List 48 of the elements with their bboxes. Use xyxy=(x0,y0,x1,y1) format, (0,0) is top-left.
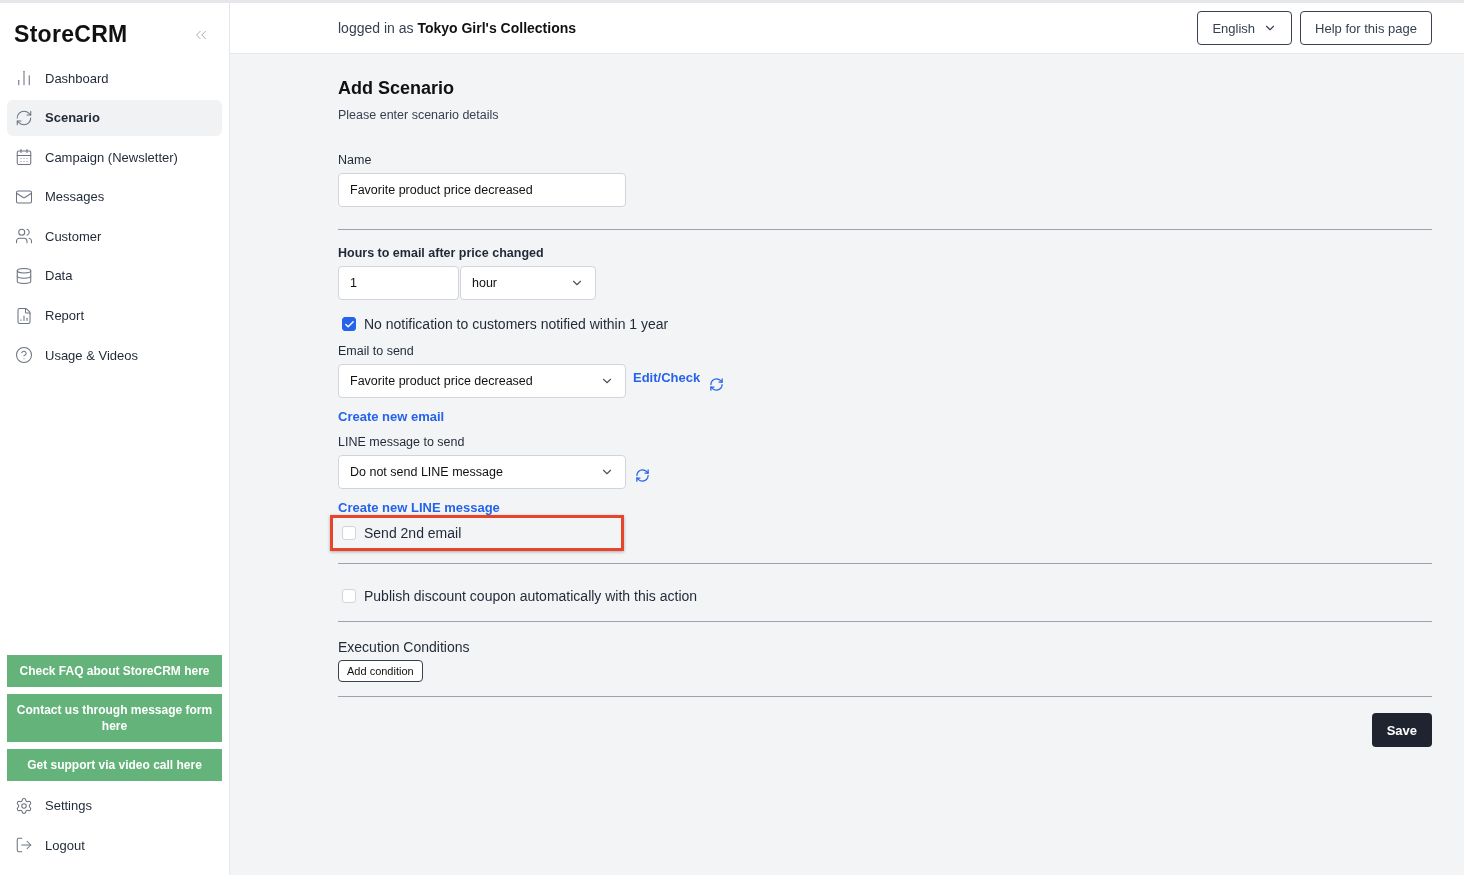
report-icon xyxy=(15,306,33,325)
users-icon xyxy=(15,227,33,246)
login-status: logged in as Tokyo Girl's Collections xyxy=(338,20,578,36)
add-condition-button[interactable]: Add condition xyxy=(338,660,423,682)
checkbox[interactable] xyxy=(342,317,356,331)
page-title: Add Scenario xyxy=(338,78,456,99)
field-label: LINE message to send xyxy=(338,435,466,449)
nav-item[interactable]: Customer xyxy=(7,218,222,255)
refresh-icon[interactable] xyxy=(635,467,650,483)
line-dropdown[interactable]: Do not send LINE message xyxy=(338,455,626,489)
create-email-link[interactable]: Create new email xyxy=(338,409,445,424)
email-dropdown[interactable]: Favorite product price decreased xyxy=(338,364,626,398)
help-icon xyxy=(15,346,33,365)
hours-input[interactable]: 1 xyxy=(338,266,459,300)
logout-icon xyxy=(15,836,33,855)
save-button[interactable]: Save xyxy=(1371,713,1432,747)
nav-item[interactable]: Campaign (Newsletter) xyxy=(7,139,222,176)
field-label: Name xyxy=(338,153,373,167)
field-label: Hours to email after price changed xyxy=(338,246,545,260)
logo: StoreCRM xyxy=(14,21,128,48)
nav-item[interactable]: Logout xyxy=(7,827,222,864)
nav-item[interactable]: Scenario xyxy=(7,99,222,136)
refresh-icon[interactable] xyxy=(709,376,725,392)
nav-item[interactable]: Report xyxy=(7,297,222,334)
help-button[interactable]: Help for this page xyxy=(1300,11,1432,45)
mail-icon xyxy=(15,187,33,206)
edit-link[interactable]: Edit/Check xyxy=(633,370,701,385)
section-title: Execution Conditions xyxy=(338,639,471,655)
nav-item[interactable]: Settings xyxy=(7,787,222,824)
calendar-icon xyxy=(15,148,33,167)
refresh-icon xyxy=(15,108,33,127)
bar-chart-icon xyxy=(15,69,33,87)
checkbox-label: No notification to customers notified within 1 year xyxy=(364,316,669,332)
checkbox-label: Send 2nd email xyxy=(364,525,462,541)
nav-item[interactable]: Usage & Videos xyxy=(7,337,222,374)
language-dropdown[interactable]: English xyxy=(1197,11,1293,45)
unit-dropdown[interactable]: hour xyxy=(460,266,596,300)
create-line-link[interactable]: Create new LINE message xyxy=(338,500,500,515)
field-label: Email to send xyxy=(338,344,415,358)
page-subtitle: Please enter scenario details xyxy=(338,108,500,122)
checkbox-label: Publish discount coupon automatically with this action xyxy=(364,588,698,604)
check-icon xyxy=(343,318,355,330)
settings-icon xyxy=(15,796,33,815)
name-input[interactable]: Favorite product price decreased xyxy=(338,173,626,207)
database-icon xyxy=(15,266,33,285)
nav-item[interactable]: Messages xyxy=(7,178,222,215)
nav-item[interactable]: Data xyxy=(7,257,222,294)
nav-item[interactable]: Dashboard xyxy=(7,60,222,96)
